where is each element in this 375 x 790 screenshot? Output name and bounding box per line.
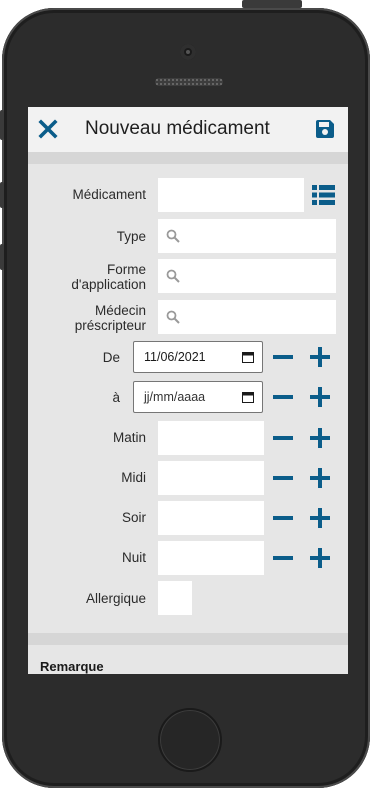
a-date-input[interactable]: jj/mm/aaaa: [133, 381, 263, 413]
soir-input[interactable]: [158, 501, 264, 535]
header-divider: [28, 152, 348, 164]
forme-label-line1: Forme: [106, 262, 146, 277]
medicament-label: Médicament: [72, 187, 146, 202]
medecin-label: Médecin préscripteur: [75, 303, 146, 333]
minus-icon[interactable]: [273, 388, 293, 406]
matin-label: Matin: [112, 430, 146, 445]
side-button-left-3: [0, 244, 4, 270]
search-icon: [166, 310, 180, 324]
section-divider: [28, 633, 348, 645]
medicament-input[interactable]: [158, 178, 304, 212]
forme-label-line2: d'application: [71, 277, 146, 292]
side-button-left-1: [0, 110, 4, 140]
midi-label: Midi: [121, 470, 146, 485]
medecin-label-line1: Médecin: [94, 303, 146, 318]
remarque-label: Remarque: [40, 659, 104, 674]
de-date-input[interactable]: 11/06/2021: [133, 341, 263, 373]
a-label: à: [112, 390, 120, 405]
camera: [180, 44, 196, 60]
forme-label: Forme d'application: [71, 262, 146, 292]
soir-label: Soir: [121, 510, 146, 525]
search-icon: [166, 229, 180, 243]
a-date-value: jj/mm/aaaa: [144, 390, 206, 404]
plus-icon[interactable]: [310, 548, 330, 568]
list-icon[interactable]: [312, 185, 335, 205]
minus-icon[interactable]: [273, 549, 293, 567]
type-search-input[interactable]: [158, 219, 336, 253]
plus-icon[interactable]: [310, 508, 330, 528]
calendar-icon[interactable]: [242, 391, 254, 403]
calendar-icon[interactable]: [242, 351, 254, 363]
allergique-checkbox[interactable]: [158, 581, 192, 615]
de-label: De: [102, 350, 120, 365]
plus-icon[interactable]: [310, 428, 330, 448]
de-date-value: 11/06/2021: [144, 350, 206, 364]
allergique-label: Allergique: [85, 591, 146, 606]
minus-icon[interactable]: [273, 348, 293, 366]
app-header: Nouveau médicament: [28, 107, 348, 152]
plus-icon[interactable]: [310, 387, 330, 407]
minus-icon[interactable]: [273, 469, 293, 487]
matin-input[interactable]: [158, 421, 264, 455]
home-button[interactable]: [158, 708, 222, 772]
plus-icon[interactable]: [310, 347, 330, 367]
search-icon: [166, 269, 180, 283]
app-screen: Nouveau médicament Médicament Type Forme…: [28, 107, 348, 674]
medecin-search-input[interactable]: [158, 300, 336, 334]
nuit-input[interactable]: [158, 541, 264, 575]
midi-input[interactable]: [158, 461, 264, 495]
forme-search-input[interactable]: [158, 259, 336, 293]
type-label: Type: [116, 229, 146, 244]
speaker: [155, 78, 223, 86]
save-icon[interactable]: [315, 119, 335, 139]
medecin-label-line2: préscripteur: [74, 318, 146, 333]
nuit-label: Nuit: [121, 550, 146, 565]
side-button-top: [242, 0, 302, 8]
close-icon[interactable]: [38, 119, 58, 139]
side-button-left-2: [0, 182, 4, 208]
minus-icon[interactable]: [273, 429, 293, 447]
page-title: Nouveau médicament: [85, 118, 270, 139]
plus-icon[interactable]: [310, 468, 330, 488]
minus-icon[interactable]: [273, 509, 293, 527]
